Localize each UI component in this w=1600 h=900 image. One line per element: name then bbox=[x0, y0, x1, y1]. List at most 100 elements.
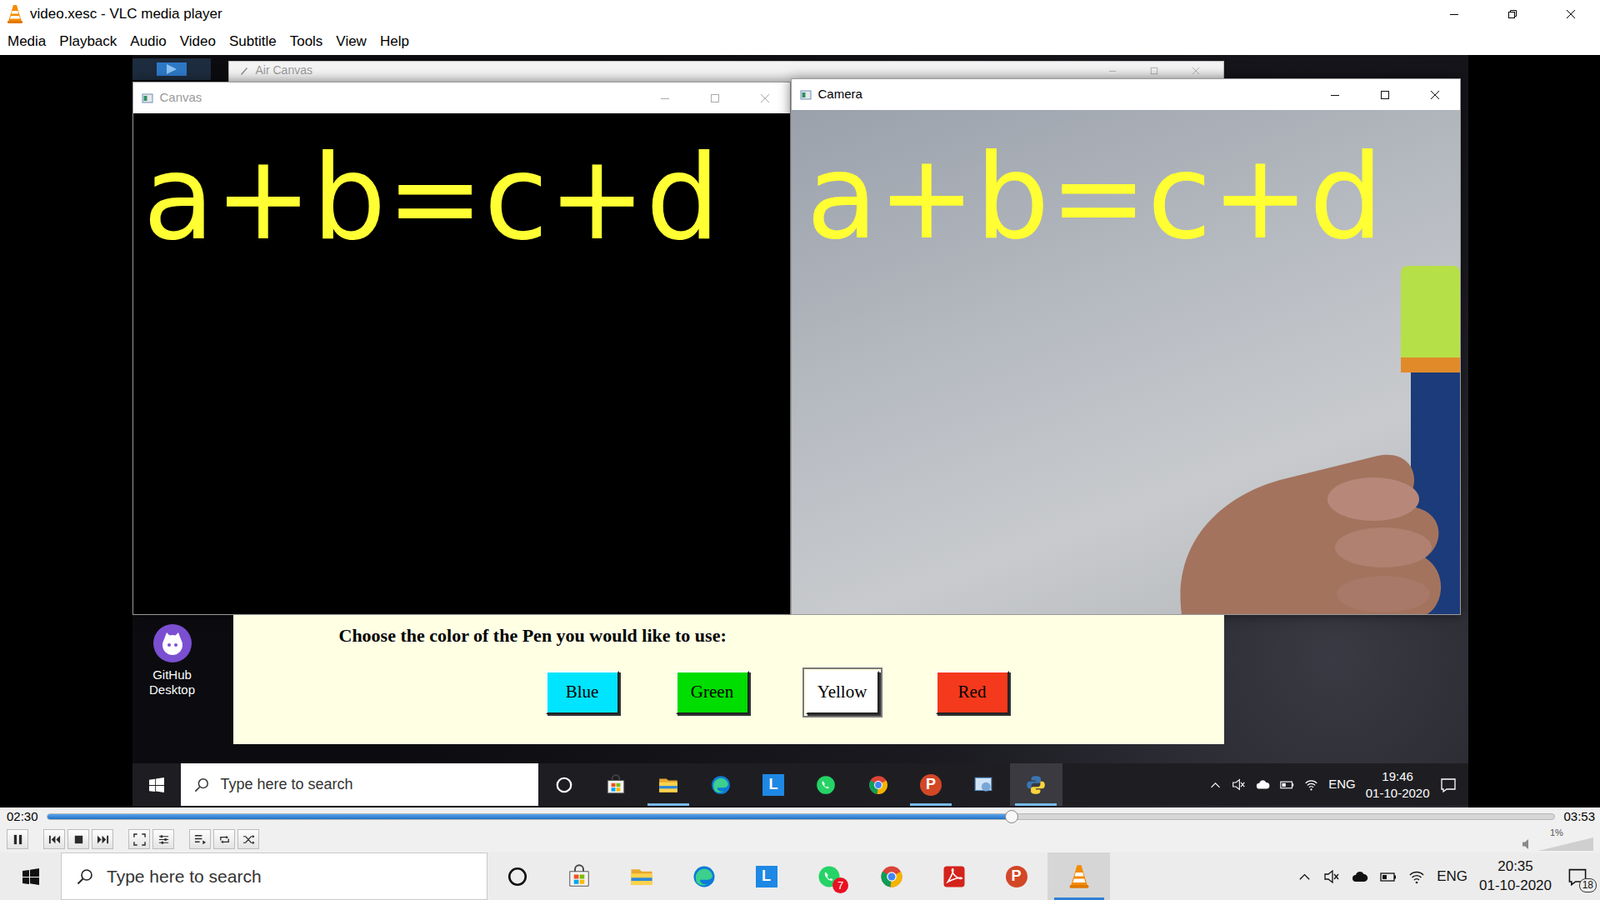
taskbar-app[interactable] bbox=[672, 852, 735, 900]
app-window-icon bbox=[141, 92, 154, 105]
window-title: Canvas bbox=[160, 88, 203, 108]
loop-button[interactable] bbox=[213, 829, 235, 850]
open-indicator bbox=[805, 803, 847, 806]
taskbar-app[interactable] bbox=[610, 852, 673, 900]
start-button[interactable] bbox=[132, 763, 181, 806]
ctrl-icon bbox=[972, 774, 995, 796]
search-box[interactable]: Type here to search bbox=[180, 763, 539, 806]
min-button[interactable] bbox=[1310, 79, 1360, 110]
taskbar-app[interactable]: L bbox=[747, 763, 800, 806]
wifi-icon bbox=[1408, 868, 1425, 885]
volume-reading: 1% bbox=[1538, 827, 1564, 838]
whatsapp-icon bbox=[815, 774, 837, 796]
max-icon bbox=[710, 93, 720, 104]
start-button[interactable] bbox=[0, 852, 61, 900]
open-indicator bbox=[1015, 803, 1057, 806]
max-button[interactable] bbox=[690, 82, 740, 114]
menu-item[interactable]: Video bbox=[173, 28, 223, 55]
seek-bar[interactable] bbox=[46, 813, 1556, 820]
pen-color-button[interactable]: Green bbox=[675, 670, 750, 715]
taskbar-app[interactable] bbox=[957, 763, 1010, 806]
close-button[interactable] bbox=[1541, 0, 1600, 29]
taskbar-app[interactable] bbox=[590, 763, 643, 806]
pen-color-panel: Choose the color of the Pen you would li… bbox=[233, 615, 1225, 745]
max-button[interactable] bbox=[1360, 79, 1410, 110]
launcher-icon: L bbox=[762, 774, 785, 796]
taskbar-app[interactable]: L bbox=[735, 852, 798, 900]
desktop-icon-label: GitHub Desktop bbox=[134, 667, 211, 698]
restore-button[interactable] bbox=[1483, 0, 1542, 29]
video-area: Air CanvasCanvasa+b=c+dCameraa+b=c+dChoo… bbox=[0, 55, 1600, 808]
playlist-button[interactable] bbox=[189, 829, 211, 850]
open-indicator bbox=[1054, 897, 1105, 900]
close-button[interactable] bbox=[740, 82, 790, 114]
menu-item[interactable]: Playback bbox=[52, 28, 124, 55]
powerpoint-icon: P bbox=[1005, 865, 1028, 888]
taskbar-app[interactable] bbox=[1047, 852, 1110, 900]
pen-color-button[interactable]: Blue bbox=[545, 670, 620, 715]
restore-icon bbox=[1507, 9, 1518, 20]
taskbar-app[interactable] bbox=[1010, 763, 1063, 806]
taskbar-app[interactable]: 7 bbox=[797, 852, 860, 900]
vlc-cone-icon bbox=[1068, 864, 1090, 890]
extended-settings-button[interactable] bbox=[152, 829, 175, 850]
cortana-button[interactable] bbox=[487, 852, 548, 900]
random-button[interactable] bbox=[237, 829, 260, 850]
previous-button[interactable] bbox=[43, 829, 65, 850]
menu-item[interactable]: Tools bbox=[283, 28, 330, 55]
menu-item[interactable]: Audio bbox=[123, 28, 173, 55]
clock[interactable]: 20:3501-10-2020 bbox=[1479, 857, 1552, 895]
minimize-icon bbox=[1449, 9, 1460, 20]
pen-color-button[interactable]: Yellow bbox=[805, 670, 880, 715]
launcher-icon: L bbox=[755, 865, 778, 888]
chevron-icon bbox=[1209, 778, 1222, 791]
taskbar-app[interactable] bbox=[860, 852, 923, 900]
minimize-button[interactable] bbox=[1425, 0, 1484, 29]
menu-item[interactable]: View bbox=[329, 28, 374, 55]
fullscreen-button[interactable] bbox=[128, 829, 150, 850]
search-box[interactable]: Type here to search bbox=[60, 852, 488, 900]
mute-icon bbox=[1231, 777, 1246, 792]
desktop-icon[interactable]: GitHub Desktop bbox=[134, 622, 211, 698]
taskbar-app[interactable] bbox=[695, 763, 748, 806]
taskbar-app[interactable]: P bbox=[905, 763, 958, 806]
open-indicator bbox=[647, 803, 690, 806]
edge-icon bbox=[710, 774, 732, 796]
taskbar-app[interactable]: P bbox=[985, 852, 1048, 900]
next-button[interactable] bbox=[91, 829, 114, 850]
taskbar-app[interactable] bbox=[852, 763, 905, 806]
taskbar-app[interactable] bbox=[547, 852, 610, 900]
clock[interactable]: 19:4601-10-2020 bbox=[1365, 768, 1430, 801]
window-title: Camera bbox=[818, 85, 863, 105]
taskbar-app[interactable] bbox=[922, 852, 985, 900]
close-icon bbox=[1191, 66, 1200, 75]
cortana-button[interactable] bbox=[538, 763, 590, 806]
chrome-icon bbox=[867, 774, 890, 796]
language-indicator[interactable]: ENG bbox=[1328, 775, 1356, 795]
notification-button[interactable]: 18 bbox=[1563, 862, 1592, 891]
min-button[interactable] bbox=[640, 82, 690, 114]
seek-handle[interactable] bbox=[1005, 810, 1019, 824]
vlc-window: video.xesc - VLC media playerMediaPlayba… bbox=[0, 0, 1600, 900]
volume-fill bbox=[1538, 837, 1540, 851]
stop-button[interactable] bbox=[67, 829, 90, 850]
taskbar-app[interactable] bbox=[642, 763, 695, 806]
menu-item[interactable]: Subtitle bbox=[222, 28, 284, 55]
cortana-icon bbox=[555, 775, 574, 795]
volume-control[interactable]: 1% bbox=[1521, 827, 1594, 851]
open-indicator bbox=[616, 897, 667, 900]
canvas-drawing[interactable]: a+b=c+d bbox=[143, 140, 720, 257]
menu-item[interactable]: Help bbox=[373, 28, 416, 55]
close-button[interactable] bbox=[1410, 79, 1460, 110]
notif-icon bbox=[1440, 776, 1457, 794]
chevron-icon bbox=[1297, 869, 1312, 884]
taskbar-app[interactable] bbox=[800, 763, 853, 806]
unread-badge: 7 bbox=[832, 877, 849, 894]
speaker-icon bbox=[1521, 837, 1535, 851]
pen-button-label: Green bbox=[690, 679, 734, 706]
pen-color-button[interactable]: Red bbox=[935, 670, 1010, 715]
menu-item[interactable]: Media bbox=[0, 28, 53, 55]
pause-button[interactable] bbox=[6, 829, 29, 850]
volume-slider[interactable] bbox=[1538, 837, 1594, 851]
language-indicator[interactable]: ENG bbox=[1436, 865, 1468, 888]
